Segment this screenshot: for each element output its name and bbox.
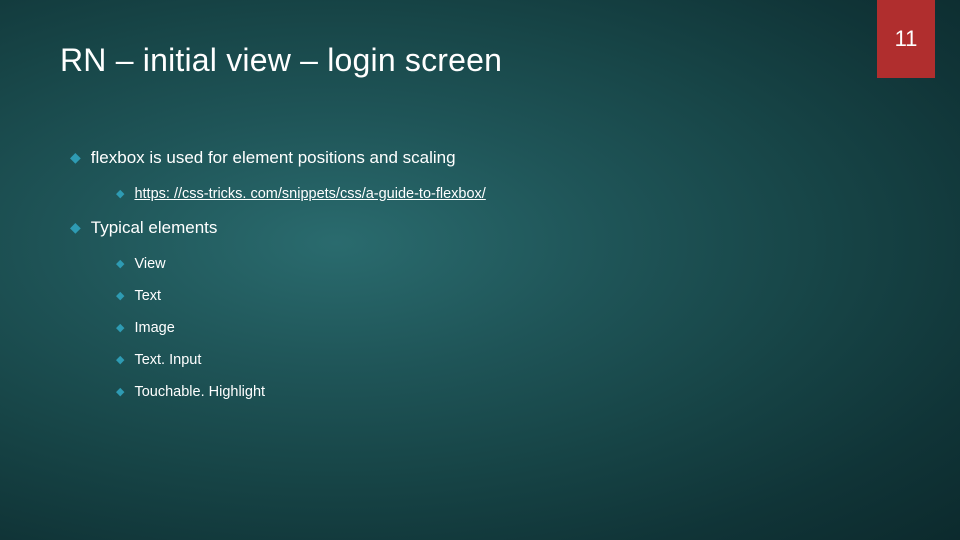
diamond-bullet-icon: ◆	[116, 387, 124, 398]
bullet-typical-image: ◆ Image	[70, 320, 486, 336]
bullet-text: Text	[134, 288, 161, 304]
diamond-bullet-icon: ◆	[116, 259, 124, 270]
diamond-bullet-icon: ◆	[116, 355, 124, 366]
diamond-bullet-icon: ◆	[116, 323, 124, 334]
bullet-text: Text. Input	[134, 352, 201, 368]
slide-content: ◆ flexbox is used for element positions …	[70, 148, 486, 416]
bullet-text: Touchable. Highlight	[134, 384, 265, 400]
diamond-bullet-icon: ◆	[70, 150, 81, 164]
slide-title: RN – initial view – login screen	[60, 42, 502, 79]
bullet-typical-textinput: ◆ Text. Input	[70, 352, 486, 368]
diamond-bullet-icon: ◆	[70, 220, 81, 234]
bullet-link-text: https: //css-tricks. com/snippets/css/a-…	[134, 186, 485, 202]
bullet-text: flexbox is used for element positions an…	[91, 148, 456, 168]
bullet-typical-text: ◆ Text	[70, 288, 486, 304]
bullet-flexbox: ◆ flexbox is used for element positions …	[70, 148, 486, 168]
bullet-text: Image	[134, 320, 174, 336]
page-number-badge: 11	[877, 0, 935, 78]
page-number: 11	[895, 26, 918, 52]
diamond-bullet-icon: ◆	[116, 291, 124, 302]
bullet-flexbox-link[interactable]: ◆ https: //css-tricks. com/snippets/css/…	[70, 186, 486, 202]
bullet-typical: ◆ Typical elements	[70, 218, 486, 238]
bullet-typical-touchable: ◆ Touchable. Highlight	[70, 384, 486, 400]
bullet-text: View	[134, 256, 165, 272]
bullet-text: Typical elements	[91, 218, 218, 238]
diamond-bullet-icon: ◆	[116, 189, 124, 200]
bullet-typical-view: ◆ View	[70, 256, 486, 272]
